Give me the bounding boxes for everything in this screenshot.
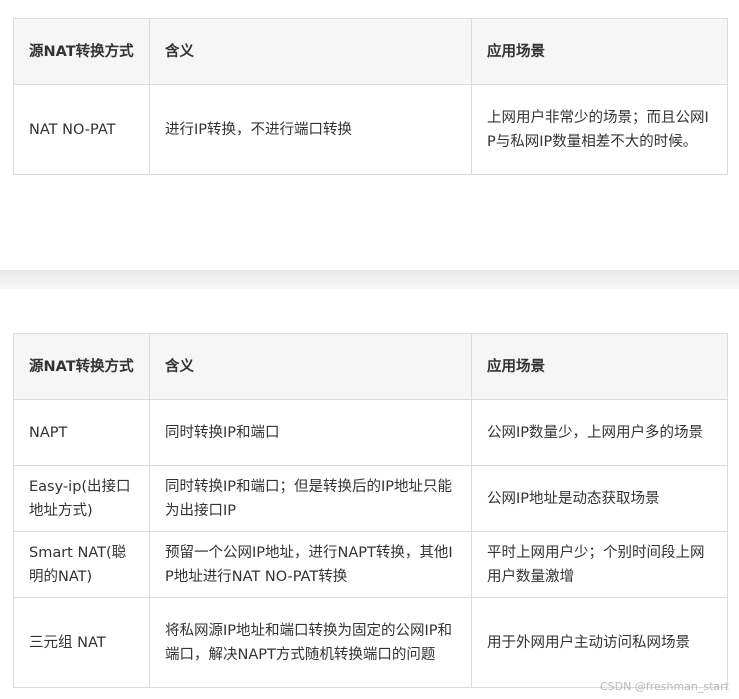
table-header-row: 源NAT转换方式 含义 应用场景: [13, 333, 728, 400]
section-divider: [0, 270, 739, 289]
cell-meaning: 进行IP转换，不进行端口转换: [149, 84, 472, 175]
header-nat-type: 源NAT转换方式: [13, 333, 150, 400]
table-row: Smart NAT(聪明的NAT) 预留一个公网IP地址，进行NAPT转换，其他…: [13, 531, 728, 598]
header-nat-type: 源NAT转换方式: [13, 18, 150, 85]
cell-meaning: 同时转换IP和端口；但是转换后的IP地址只能为出接口IP: [149, 465, 472, 532]
page: 源NAT转换方式 含义 应用场景 NAT NO-PAT 进行IP转换，不进行端口…: [0, 0, 739, 699]
cell-meaning: 预留一个公网IP地址，进行NAPT转换，其他IP地址进行NAT NO-PAT转换: [149, 531, 472, 598]
table-row: Easy-ip(出接口地址方式) 同时转换IP和端口；但是转换后的IP地址只能为…: [13, 465, 728, 532]
watermark: CSDN @freshman_start: [599, 680, 729, 693]
header-scenario: 应用场景: [471, 333, 728, 400]
cell-nat-type: NAPT: [13, 399, 150, 466]
table-row: NAT NO-PAT 进行IP转换，不进行端口转换 上网用户非常少的场景；而且公…: [13, 84, 728, 175]
cell-scenario: 用于外网用户主动访问私网场景: [471, 597, 728, 688]
cell-scenario: 公网IP地址是动态获取场景: [471, 465, 728, 532]
header-scenario: 应用场景: [471, 18, 728, 85]
header-meaning: 含义: [149, 18, 472, 85]
table-row: NAPT 同时转换IP和端口 公网IP数量少，上网用户多的场景: [13, 399, 728, 466]
header-meaning: 含义: [149, 333, 472, 400]
cell-scenario: 平时上网用户少；个别时间段上网用户数量激增: [471, 531, 728, 598]
nat-table-modes: 源NAT转换方式 含义 应用场景 NAPT 同时转换IP和端口 公网IP数量少，…: [13, 333, 728, 688]
cell-scenario: 上网用户非常少的场景；而且公网IP与私网IP数量相差不大的时候。: [471, 84, 728, 175]
cell-meaning: 将私网源IP地址和端口转换为固定的公网IP和端口，解决NAPT方式随机转换端口的…: [149, 597, 472, 688]
cell-nat-type: Easy-ip(出接口地址方式): [13, 465, 150, 532]
cell-nat-type: Smart NAT(聪明的NAT): [13, 531, 150, 598]
cell-meaning: 同时转换IP和端口: [149, 399, 472, 466]
nat-table-nopat: 源NAT转换方式 含义 应用场景 NAT NO-PAT 进行IP转换，不进行端口…: [13, 18, 728, 175]
cell-nat-type: NAT NO-PAT: [13, 84, 150, 175]
table-header-row: 源NAT转换方式 含义 应用场景: [13, 18, 728, 85]
cell-nat-type: 三元组 NAT: [13, 597, 150, 688]
cell-scenario: 公网IP数量少，上网用户多的场景: [471, 399, 728, 466]
table-row: 三元组 NAT 将私网源IP地址和端口转换为固定的公网IP和端口，解决NAPT方…: [13, 597, 728, 688]
